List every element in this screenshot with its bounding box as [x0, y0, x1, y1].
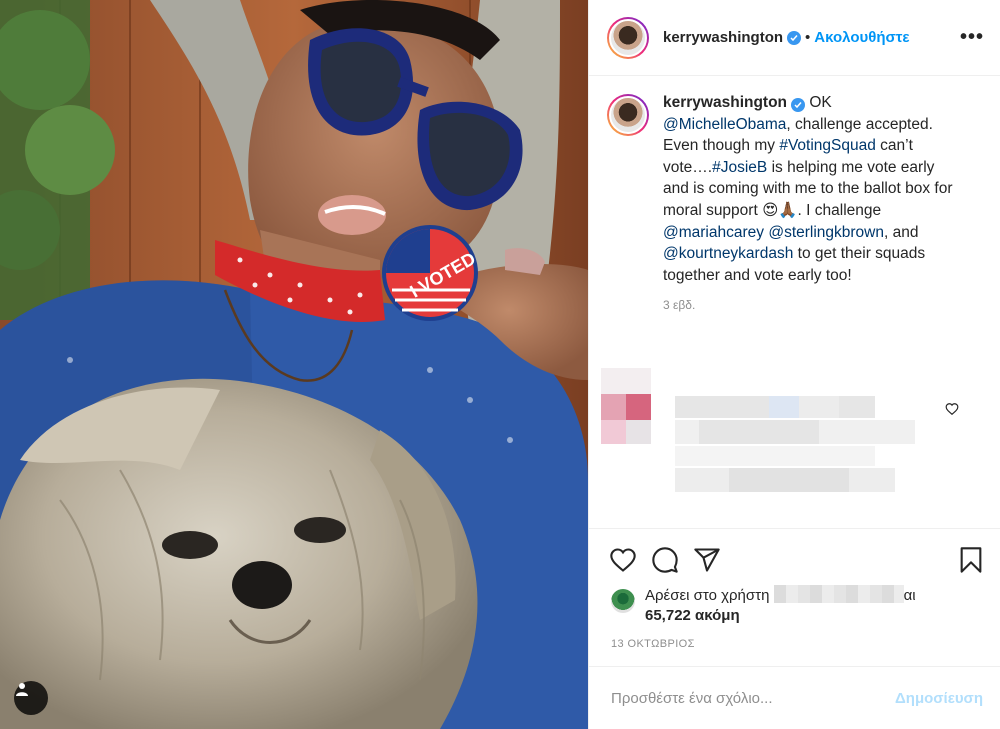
hashtag-link[interactable]: #JosieB: [712, 159, 767, 176]
comment-input[interactable]: Προσθέστε ένα σχόλιο...: [611, 690, 773, 707]
comments-area-pixelated: [589, 368, 1000, 524]
heart-icon: [945, 403, 959, 416]
caption-fragment: OK: [805, 94, 832, 111]
caption-username[interactable]: kerrywashington: [663, 94, 787, 111]
hashtag-link[interactable]: #VotingSquad: [779, 137, 876, 154]
post-header: kerrywashington • Ακολουθήστε •••: [589, 0, 1000, 76]
avatar[interactable]: [607, 16, 649, 59]
likes-count[interactable]: 65,722 ακόμη: [645, 607, 740, 624]
like-button[interactable]: [609, 546, 637, 574]
follow-button[interactable]: Ακολουθήστε: [814, 29, 909, 46]
post-side-panel: kerrywashington • Ακολουθήστε ••• kerryw…: [588, 0, 1000, 729]
tag-user-button[interactable]: [14, 681, 48, 715]
comment-button[interactable]: [651, 546, 679, 574]
post-actions: Αρέσει στο χρήστη αι 65,722 ακόμη 13 ΟΚΤ…: [589, 528, 1000, 650]
mention-link[interactable]: @mariahcarey: [663, 224, 764, 241]
save-icon: [960, 547, 982, 573]
caption-avatar[interactable]: [607, 94, 649, 136]
likes-suffix: αι: [903, 587, 916, 604]
post-photo[interactable]: I VOTED: [0, 0, 588, 729]
verified-icon: [787, 30, 802, 45]
verified-icon: [791, 98, 806, 112]
more-icon[interactable]: •••: [960, 26, 984, 49]
save-button[interactable]: [957, 546, 985, 574]
likes-summary: Αρέσει στο χρήστη αι 65,722 ακόμη: [589, 577, 1000, 626]
mention-link[interactable]: @kourtneykardash: [663, 245, 793, 262]
mention-link[interactable]: @MichelleObama: [663, 116, 786, 133]
liker-avatar[interactable]: [611, 589, 635, 613]
username-link[interactable]: kerrywashington: [663, 29, 783, 46]
comment-like-button[interactable]: [945, 402, 959, 421]
post-date[interactable]: 13 ΟΚΤΩΒΡΙΟΣ: [589, 626, 1000, 650]
tag-user-icon: [16, 683, 28, 696]
post-time-ago[interactable]: 3 εβδ.: [663, 298, 1000, 312]
share-button[interactable]: [693, 546, 721, 574]
caption: kerrywashington OK @MichelleObama, chall…: [589, 76, 1000, 286]
likes-prefix: Αρέσει στο χρήστη: [645, 587, 770, 604]
add-comment-bar: Προσθέστε ένα σχόλιο... Δημοσίευση: [589, 666, 1000, 729]
liker-name-pixelated: [773, 585, 904, 603]
mention-link[interactable]: @sterlingkbrown: [768, 224, 884, 241]
photo-illustration: I VOTED: [0, 0, 588, 729]
share-icon: [694, 548, 720, 572]
post-comment-button[interactable]: Δημοσίευση: [895, 690, 983, 707]
caption-text: kerrywashington OK @MichelleObama, chall…: [663, 92, 963, 286]
heart-icon: [610, 548, 636, 572]
comment-icon: [652, 547, 678, 573]
separator: •: [805, 29, 811, 46]
caption-fragment: , and: [884, 223, 919, 241]
